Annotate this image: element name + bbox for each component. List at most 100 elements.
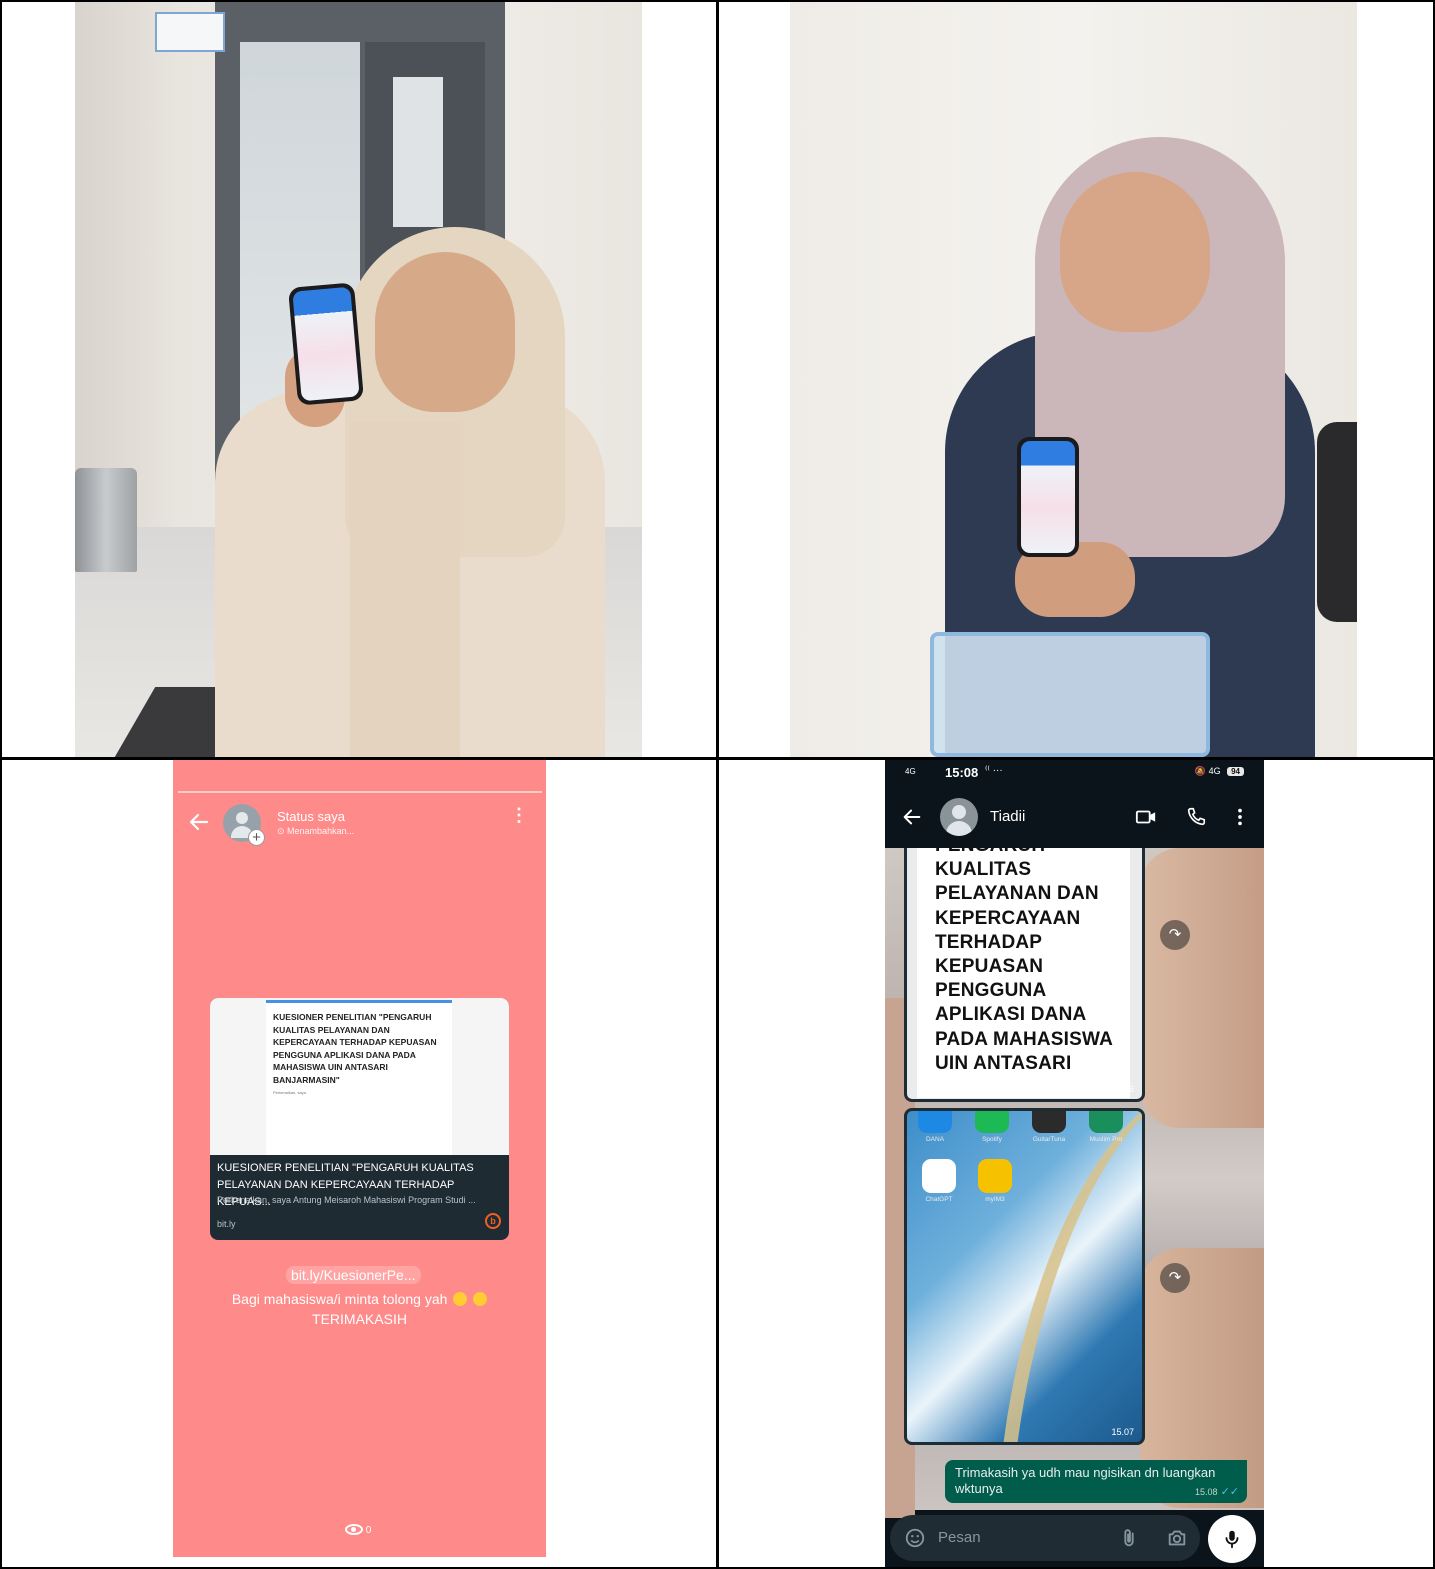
questionnaire-paper: PENGARUH KUALITAS PELAYANAN DAN KEPERCAY… (917, 848, 1130, 1098)
outgoing-message[interactable]: Trimakasih ya udh mau ngisikan dn luangk… (945, 1460, 1247, 1503)
whatsapp-chat-screen: 4G 15:08 ⁽⁽ ··· 🔕 4G 94 Tiadii KUALITAS … (885, 760, 1264, 1567)
status-extras: ⁽⁽ ··· (985, 765, 1003, 776)
app-muslimpro: Muslim Pro (1086, 1111, 1126, 1143)
wallpaper-wave (998, 1111, 1142, 1442)
status-progress-bar (178, 791, 542, 793)
app-spotify: Spotify (972, 1111, 1012, 1143)
photo-woman-mauve-hijab (790, 2, 1357, 757)
message-time: 15.08 (1195, 1487, 1218, 1497)
app-label: DANA (925, 1136, 945, 1143)
app-label: GuitarTuna (1032, 1136, 1066, 1143)
voice-call-icon[interactable] (1185, 806, 1207, 828)
link-preview-card[interactable]: KUESIONER PENELITIAN "PENGARUH KUALITAS … (210, 998, 509, 1240)
app-label: myIM3 (985, 1196, 1005, 1203)
sticker-icon[interactable] (904, 1527, 926, 1549)
hug-emoji-icon (473, 1292, 488, 1306)
form-preview-subtext: Perkenalkan, saya (273, 1090, 306, 1095)
more-menu-icon[interactable] (1229, 806, 1251, 828)
smile-emoji-icon (453, 1292, 468, 1306)
views-count: 0 (365, 1525, 372, 1536)
back-arrow-icon[interactable] (187, 810, 211, 834)
avatar-head (236, 812, 248, 824)
avatar-torso (946, 821, 972, 836)
cell-photo-2 (719, 2, 1433, 757)
chat-header: Tiadii (885, 786, 1264, 848)
bitly-logo-icon: b (485, 1213, 501, 1229)
message-meta: 15.08 ✓✓ (1195, 1484, 1239, 1500)
myim3-app-icon (978, 1159, 1012, 1193)
photo-face (1060, 172, 1210, 332)
contact-avatar[interactable] (940, 798, 978, 836)
chatgpt-app-icon (922, 1159, 956, 1193)
muslimpro-app-icon (1089, 1111, 1123, 1133)
cell-chat-screenshot: 4G 15:08 ⁽⁽ ··· 🔕 4G 94 Tiadii KUALITAS … (719, 760, 1433, 1567)
attach-icon[interactable] (1118, 1527, 1140, 1549)
mic-button[interactable] (1208, 1515, 1256, 1563)
dana-app-icon (918, 1111, 952, 1133)
forward-icon[interactable]: ↷ (1160, 1263, 1190, 1293)
caption-line-2: TERIMAKASIH (312, 1311, 407, 1327)
image-message-questionnaire[interactable]: PENGARUH KUALITAS PELAYANAN DAN KEPERCAY… (904, 848, 1145, 1102)
avatar-head (952, 805, 966, 819)
photo-phone-screen (1021, 441, 1075, 553)
spotify-app-icon (975, 1111, 1009, 1133)
link-preview-domain: bit.ly (217, 1219, 236, 1229)
photo-scarf (350, 422, 460, 757)
status-title: Status saya (277, 809, 345, 824)
contact-name[interactable]: Tiadii (990, 808, 1025, 825)
app-chatgpt: ChatGPT (919, 1159, 959, 1203)
photo-door-window (393, 77, 443, 227)
form-preview-document: KUESIONER PENELITIAN "PENGARUH KUALITAS … (266, 1000, 452, 1155)
app-label: Muslim Pro (1089, 1136, 1123, 1143)
whatsapp-status-screen: + Status saya ⊙ Menambahkan... ⋮ KUESION… (173, 760, 546, 1557)
caption-line-1: Bagi mahasiswa/i minta tolong yah (231, 1291, 448, 1307)
image-message-homescreen[interactable]: DANA Spotify GuitarTuna Muslim Pro ChatG… (904, 1108, 1145, 1445)
eye-icon (345, 1524, 363, 1535)
app-label: Spotify (982, 1136, 1002, 1143)
status-subtitle: ⊙ Menambahkan... (277, 826, 355, 836)
read-ticks-icon: ✓✓ (1220, 1486, 1239, 1498)
form-preview-title: KUESIONER PENELITIAN "PENGARUH KUALITAS … (273, 1012, 437, 1085)
message-text: Trimakasih ya udh mau ngisikan dn luangk… (955, 1465, 1216, 1496)
phone-status-bar: 4G 15:08 ⁽⁽ ··· 🔕 4G 94 (885, 760, 1264, 786)
forward-icon[interactable]: ↷ (1160, 920, 1190, 950)
photo-woman-beige-hijab (75, 2, 642, 757)
battery-icon: 94 (1227, 767, 1244, 776)
camera-icon[interactable] (1166, 1527, 1188, 1549)
photo-face (375, 252, 515, 412)
bg-face-upper (1140, 848, 1264, 1128)
link-preview-image: KUESIONER PENELITIAN "PENGARUH KUALITAS … (210, 998, 509, 1155)
photo-held-phone (287, 282, 365, 406)
status-right-icons: 🔕 4G 94 (1195, 766, 1244, 777)
photo-wall-sign (155, 12, 225, 52)
message-time: 15.07 (1111, 1427, 1134, 1437)
add-status-icon: + (248, 829, 265, 846)
avatar[interactable]: + (223, 804, 265, 846)
status-link[interactable]: bit.ly/KuesionerPe... (286, 1266, 421, 1284)
mute-network-icons: 🔕 4G (1194, 766, 1221, 776)
message-time: 15.06 (1111, 1084, 1134, 1094)
app-label: ChatGPT (925, 1196, 953, 1203)
app-myim3: myIM3 (975, 1159, 1015, 1203)
microphone-icon (1225, 1530, 1239, 1549)
cell-photo-1 (2, 2, 716, 757)
app-guitartuna: GuitarTuna (1029, 1111, 1069, 1143)
questionnaire-title-text: PENGARUH KUALITAS PELAYANAN DAN KEPERCAY… (935, 848, 1113, 1074)
photo-grid-table: + Status saya ⊙ Menambahkan... ⋮ KUESION… (0, 0, 1435, 1569)
status-caption: Bagi mahasiswa/i minta tolong yah TERIMA… (173, 1289, 546, 1329)
back-arrow-icon[interactable] (901, 806, 923, 828)
photo-trash-bin (75, 468, 137, 572)
more-menu-icon[interactable]: ⋮ (510, 806, 528, 824)
photo-clear-bag (930, 632, 1210, 757)
guitartuna-app-icon (1032, 1111, 1066, 1133)
message-input-bar[interactable]: Pesan (890, 1515, 1200, 1561)
status-time: 15:08 (945, 765, 979, 780)
photo-edge-shadow (1317, 422, 1357, 622)
photo-held-phone (1017, 437, 1079, 557)
video-call-icon[interactable] (1135, 806, 1157, 828)
signal-icon: 4G (905, 767, 916, 776)
photo-phone-screen (292, 286, 360, 402)
cell-status-screenshot: + Status saya ⊙ Menambahkan... ⋮ KUESION… (2, 760, 716, 1567)
message-input[interactable]: Pesan (938, 1529, 981, 1546)
status-views[interactable]: 0 (345, 1524, 371, 1536)
